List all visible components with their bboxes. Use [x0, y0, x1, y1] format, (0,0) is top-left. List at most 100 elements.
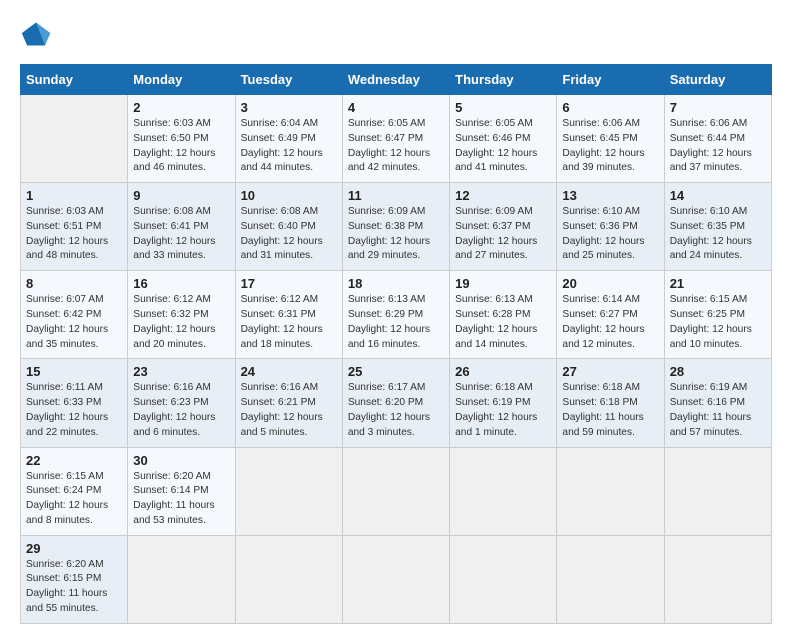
day-number: 8 [26, 276, 122, 291]
cell-content: Sunrise: 6:08 AMSunset: 6:40 PMDaylight:… [241, 206, 323, 261]
day-number: 9 [133, 188, 229, 203]
day-header-wednesday: Wednesday [342, 65, 449, 95]
cell-content: Sunrise: 6:16 AMSunset: 6:23 PMDaylight:… [133, 382, 215, 437]
calendar-cell: 25 Sunrise: 6:17 AMSunset: 6:20 PMDaylig… [342, 359, 449, 447]
day-number: 28 [670, 364, 766, 379]
day-number: 6 [562, 100, 658, 115]
calendar-cell [664, 535, 771, 623]
cell-content: Sunrise: 6:08 AMSunset: 6:41 PMDaylight:… [133, 206, 215, 261]
calendar-cell: 23 Sunrise: 6:16 AMSunset: 6:23 PMDaylig… [128, 359, 235, 447]
calendar-cell: 14 Sunrise: 6:10 AMSunset: 6:35 PMDaylig… [664, 183, 771, 271]
day-header-friday: Friday [557, 65, 664, 95]
calendar-cell [235, 447, 342, 535]
day-number: 13 [562, 188, 658, 203]
day-header-sunday: Sunday [21, 65, 128, 95]
cell-content: Sunrise: 6:05 AMSunset: 6:46 PMDaylight:… [455, 118, 537, 173]
cell-content: Sunrise: 6:11 AMSunset: 6:33 PMDaylight:… [26, 382, 108, 437]
cell-content: Sunrise: 6:20 AMSunset: 6:14 PMDaylight:… [133, 471, 214, 526]
page-header [20, 20, 772, 48]
calendar-table: SundayMondayTuesdayWednesdayThursdayFrid… [20, 64, 772, 624]
calendar-cell: 3 Sunrise: 6:04 AMSunset: 6:49 PMDayligh… [235, 95, 342, 183]
cell-content: Sunrise: 6:19 AMSunset: 6:16 PMDaylight:… [670, 382, 751, 437]
calendar-cell: 1 Sunrise: 6:03 AMSunset: 6:51 PMDayligh… [21, 183, 128, 271]
cell-content: Sunrise: 6:12 AMSunset: 6:32 PMDaylight:… [133, 294, 215, 349]
calendar-cell: 20 Sunrise: 6:14 AMSunset: 6:27 PMDaylig… [557, 271, 664, 359]
calendar-week-2: 1 Sunrise: 6:03 AMSunset: 6:51 PMDayligh… [21, 183, 772, 271]
calendar-cell: 21 Sunrise: 6:15 AMSunset: 6:25 PMDaylig… [664, 271, 771, 359]
day-number: 25 [348, 364, 444, 379]
calendar-cell: 15 Sunrise: 6:11 AMSunset: 6:33 PMDaylig… [21, 359, 128, 447]
day-number: 7 [670, 100, 766, 115]
cell-content: Sunrise: 6:06 AMSunset: 6:45 PMDaylight:… [562, 118, 644, 173]
day-number: 4 [348, 100, 444, 115]
day-number: 14 [670, 188, 766, 203]
cell-content: Sunrise: 6:04 AMSunset: 6:49 PMDaylight:… [241, 118, 323, 173]
calendar-cell [342, 535, 449, 623]
calendar-week-5: 22 Sunrise: 6:15 AMSunset: 6:24 PMDaylig… [21, 447, 772, 535]
calendar-cell: 13 Sunrise: 6:10 AMSunset: 6:36 PMDaylig… [557, 183, 664, 271]
day-number: 21 [670, 276, 766, 291]
header-row: SundayMondayTuesdayWednesdayThursdayFrid… [21, 65, 772, 95]
day-number: 23 [133, 364, 229, 379]
calendar-cell: 19 Sunrise: 6:13 AMSunset: 6:28 PMDaylig… [450, 271, 557, 359]
calendar-cell: 6 Sunrise: 6:06 AMSunset: 6:45 PMDayligh… [557, 95, 664, 183]
cell-content: Sunrise: 6:13 AMSunset: 6:29 PMDaylight:… [348, 294, 430, 349]
calendar-cell: 28 Sunrise: 6:19 AMSunset: 6:16 PMDaylig… [664, 359, 771, 447]
cell-content: Sunrise: 6:06 AMSunset: 6:44 PMDaylight:… [670, 118, 752, 173]
calendar-cell [664, 447, 771, 535]
calendar-cell: 12 Sunrise: 6:09 AMSunset: 6:37 PMDaylig… [450, 183, 557, 271]
cell-content: Sunrise: 6:18 AMSunset: 6:19 PMDaylight:… [455, 382, 537, 437]
day-number: 20 [562, 276, 658, 291]
day-number: 18 [348, 276, 444, 291]
day-number: 16 [133, 276, 229, 291]
calendar-cell [557, 447, 664, 535]
cell-content: Sunrise: 6:18 AMSunset: 6:18 PMDaylight:… [562, 382, 643, 437]
cell-content: Sunrise: 6:13 AMSunset: 6:28 PMDaylight:… [455, 294, 537, 349]
calendar-week-6: 29 Sunrise: 6:20 AMSunset: 6:15 PMDaylig… [21, 535, 772, 623]
calendar-cell: 24 Sunrise: 6:16 AMSunset: 6:21 PMDaylig… [235, 359, 342, 447]
day-number: 27 [562, 364, 658, 379]
day-number: 3 [241, 100, 337, 115]
cell-content: Sunrise: 6:05 AMSunset: 6:47 PMDaylight:… [348, 118, 430, 173]
day-header-saturday: Saturday [664, 65, 771, 95]
day-number: 24 [241, 364, 337, 379]
calendar-cell: 2 Sunrise: 6:03 AMSunset: 6:50 PMDayligh… [128, 95, 235, 183]
calendar-cell [235, 535, 342, 623]
cell-content: Sunrise: 6:15 AMSunset: 6:24 PMDaylight:… [26, 471, 108, 526]
calendar-cell: 16 Sunrise: 6:12 AMSunset: 6:32 PMDaylig… [128, 271, 235, 359]
day-number: 19 [455, 276, 551, 291]
cell-content: Sunrise: 6:17 AMSunset: 6:20 PMDaylight:… [348, 382, 430, 437]
day-number: 30 [133, 453, 229, 468]
calendar-cell: 18 Sunrise: 6:13 AMSunset: 6:29 PMDaylig… [342, 271, 449, 359]
calendar-cell [21, 95, 128, 183]
calendar-week-3: 8 Sunrise: 6:07 AMSunset: 6:42 PMDayligh… [21, 271, 772, 359]
calendar-week-4: 15 Sunrise: 6:11 AMSunset: 6:33 PMDaylig… [21, 359, 772, 447]
cell-content: Sunrise: 6:09 AMSunset: 6:37 PMDaylight:… [455, 206, 537, 261]
day-number: 1 [26, 188, 122, 203]
calendar-cell: 26 Sunrise: 6:18 AMSunset: 6:19 PMDaylig… [450, 359, 557, 447]
cell-content: Sunrise: 6:09 AMSunset: 6:38 PMDaylight:… [348, 206, 430, 261]
logo-icon [20, 20, 52, 48]
calendar-cell: 27 Sunrise: 6:18 AMSunset: 6:18 PMDaylig… [557, 359, 664, 447]
day-number: 15 [26, 364, 122, 379]
calendar-cell: 4 Sunrise: 6:05 AMSunset: 6:47 PMDayligh… [342, 95, 449, 183]
calendar-cell: 5 Sunrise: 6:05 AMSunset: 6:46 PMDayligh… [450, 95, 557, 183]
day-number: 29 [26, 541, 122, 556]
calendar-cell: 17 Sunrise: 6:12 AMSunset: 6:31 PMDaylig… [235, 271, 342, 359]
day-number: 12 [455, 188, 551, 203]
day-header-monday: Monday [128, 65, 235, 95]
day-header-tuesday: Tuesday [235, 65, 342, 95]
calendar-cell: 7 Sunrise: 6:06 AMSunset: 6:44 PMDayligh… [664, 95, 771, 183]
cell-content: Sunrise: 6:20 AMSunset: 6:15 PMDaylight:… [26, 559, 107, 614]
calendar-week-1: 2 Sunrise: 6:03 AMSunset: 6:50 PMDayligh… [21, 95, 772, 183]
cell-content: Sunrise: 6:03 AMSunset: 6:51 PMDaylight:… [26, 206, 108, 261]
calendar-cell: 8 Sunrise: 6:07 AMSunset: 6:42 PMDayligh… [21, 271, 128, 359]
cell-content: Sunrise: 6:10 AMSunset: 6:36 PMDaylight:… [562, 206, 644, 261]
day-number: 17 [241, 276, 337, 291]
calendar-cell: 29 Sunrise: 6:20 AMSunset: 6:15 PMDaylig… [21, 535, 128, 623]
day-number: 10 [241, 188, 337, 203]
cell-content: Sunrise: 6:14 AMSunset: 6:27 PMDaylight:… [562, 294, 644, 349]
logo [20, 20, 56, 48]
calendar-cell: 10 Sunrise: 6:08 AMSunset: 6:40 PMDaylig… [235, 183, 342, 271]
calendar-cell: 11 Sunrise: 6:09 AMSunset: 6:38 PMDaylig… [342, 183, 449, 271]
